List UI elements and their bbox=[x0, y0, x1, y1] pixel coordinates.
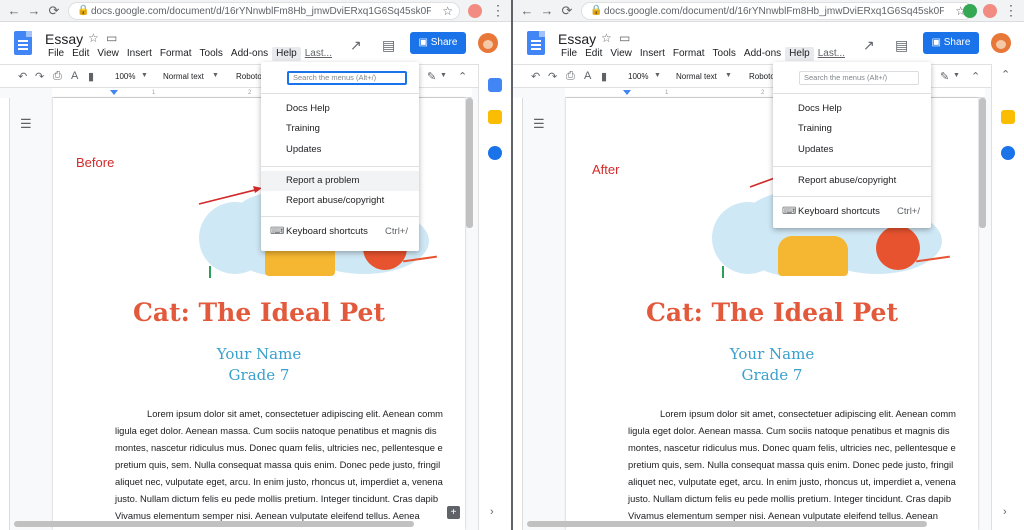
menu-item-keyboard-shortcuts[interactable]: ⌨ Keyboard shortcuts Ctrl+/ bbox=[261, 222, 419, 242]
help-menu: Search the menus (Alt+/) Docs Help Train… bbox=[773, 62, 931, 228]
menu-divider bbox=[261, 93, 419, 94]
menu-divider bbox=[773, 196, 931, 197]
annotation-arrow bbox=[749, 168, 797, 188]
after-pane: ← → ⟳ 🔒 docs.google.com/document/d/16rYN… bbox=[513, 0, 1024, 530]
menu-item-report-problem[interactable]: Report a problem bbox=[261, 171, 419, 191]
menu-item-report-abuse[interactable]: Report abuse/copyright bbox=[261, 191, 419, 211]
help-menu: Search the menus (Alt+/) Docs Help Train… bbox=[261, 62, 419, 251]
menu-item-training[interactable]: Training bbox=[773, 119, 931, 139]
keyboard-shortcuts-label: Keyboard shortcuts bbox=[798, 206, 880, 217]
shortcut-key: Ctrl+/ bbox=[897, 206, 920, 217]
keyboard-icon: ⌨ bbox=[270, 226, 285, 237]
menu-item-training[interactable]: Training bbox=[261, 119, 419, 139]
menu-item-updates[interactable]: Updates bbox=[773, 140, 931, 160]
menu-item-report-abuse[interactable]: Report abuse/copyright bbox=[773, 171, 931, 191]
keyboard-icon: ⌨ bbox=[782, 206, 797, 217]
menu-item-keyboard-shortcuts[interactable]: ⌨ Keyboard shortcuts Ctrl+/ bbox=[773, 202, 931, 222]
annotation-arrow bbox=[198, 186, 262, 205]
before-pane: ← → ⟳ 🔒 docs.google.com/document/d/16rYN… bbox=[0, 0, 511, 530]
search-menus-input[interactable]: Search the menus (Alt+/) bbox=[287, 71, 407, 85]
menu-item-docs-help[interactable]: Docs Help bbox=[261, 99, 419, 119]
menu-divider bbox=[773, 166, 931, 167]
shortcut-key: Ctrl+/ bbox=[385, 226, 408, 237]
keyboard-shortcuts-label: Keyboard shortcuts bbox=[286, 226, 368, 237]
menu-divider bbox=[261, 166, 419, 167]
search-menus-input[interactable]: Search the menus (Alt+/) bbox=[799, 71, 919, 85]
menu-item-docs-help[interactable]: Docs Help bbox=[773, 99, 931, 119]
menu-divider bbox=[261, 216, 419, 217]
menu-item-updates[interactable]: Updates bbox=[261, 140, 419, 160]
menu-divider bbox=[773, 93, 931, 94]
